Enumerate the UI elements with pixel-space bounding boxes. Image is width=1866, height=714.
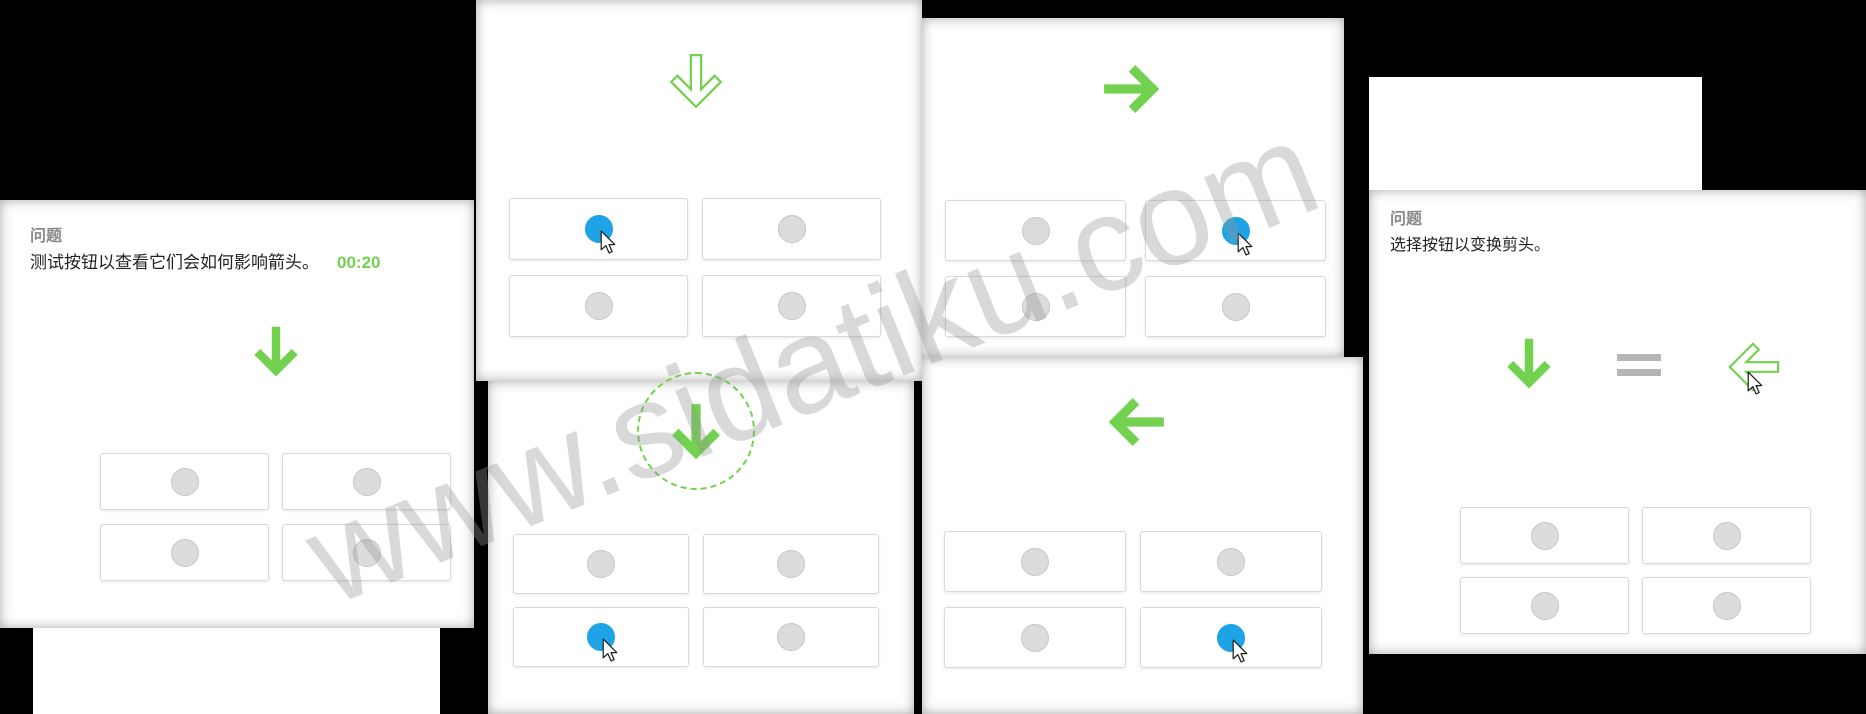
option-button-2[interactable]: [702, 198, 881, 260]
arrow-down-icon: [1501, 335, 1557, 391]
option-dot: [1217, 547, 1245, 576]
option-button-1[interactable]: [1460, 507, 1629, 564]
option-dot: [1021, 623, 1049, 652]
step-2-panel: [488, 372, 914, 714]
option-button-1[interactable]: [100, 453, 269, 510]
option-button-1[interactable]: [509, 198, 688, 260]
option-button-2[interactable]: [703, 534, 879, 594]
option-button-1[interactable]: [513, 534, 689, 594]
option-dot: [1530, 591, 1559, 620]
option-button-2[interactable]: [282, 453, 451, 510]
equals-icon: [1616, 351, 1662, 379]
instruction-text: 测试按钮以查看它们会如何影响箭头。: [30, 253, 319, 272]
step-1-panel: [476, 0, 922, 381]
option-dot: [584, 292, 613, 320]
option-button-2[interactable]: [1140, 531, 1322, 592]
option-dot: [352, 467, 381, 496]
option-button-1[interactable]: [944, 531, 1126, 592]
intro-panel: 问题 测试按钮以查看它们会如何影响箭头。 00:20: [0, 200, 474, 628]
arrow-down-icon: [665, 400, 727, 462]
option-dot: [777, 215, 806, 243]
option-dot: [1221, 292, 1250, 321]
cursor-icon: [1232, 638, 1249, 664]
option-button-4[interactable]: [282, 524, 451, 581]
option-dot: [352, 538, 381, 567]
option-dot: [1712, 521, 1741, 550]
option-button-1[interactable]: [945, 200, 1126, 261]
option-dot: [777, 550, 805, 578]
step-3-panel: [922, 18, 1344, 357]
option-button-4[interactable]: [1145, 276, 1326, 337]
arrow-down-outline-icon: [665, 52, 727, 114]
option-button-3[interactable]: [945, 276, 1126, 337]
backdrop-panel: [33, 628, 440, 714]
option-button-4[interactable]: [1642, 577, 1811, 634]
cursor-icon: [600, 230, 617, 255]
option-dot: [170, 538, 199, 567]
option-dot: [1021, 547, 1049, 576]
option-button-3[interactable]: [513, 607, 689, 667]
option-button-4[interactable]: [703, 607, 879, 667]
option-dot: [1021, 292, 1050, 321]
option-dot: [1021, 216, 1050, 245]
question-panel: 问题 选择按钮以变换剪头。: [1369, 190, 1866, 654]
option-dot: [777, 623, 805, 651]
option-button-2[interactable]: [1642, 507, 1811, 564]
option-button-4[interactable]: [1140, 607, 1322, 668]
option-dot: [1712, 591, 1741, 620]
instruction-line: 测试按钮以查看它们会如何影响箭头。 00:20: [30, 248, 380, 273]
option-button-4[interactable]: [702, 275, 881, 337]
countdown-timer: 00:20: [337, 253, 381, 272]
cursor-icon: [602, 638, 619, 663]
arrow-down-icon: [248, 323, 304, 379]
question-label: 问题: [1390, 211, 1423, 228]
question-label: 问题: [30, 228, 63, 245]
arrow-right-icon: [1100, 58, 1162, 120]
instruction-text: 选择按钮以变换剪头。: [1390, 237, 1551, 254]
option-button-3[interactable]: [1460, 577, 1629, 634]
option-dot: [777, 292, 806, 320]
option-dot: [1530, 521, 1559, 550]
step-4-panel: [922, 357, 1363, 714]
option-button-2[interactable]: [1145, 200, 1326, 261]
question-panel-top-strip: [1369, 77, 1702, 190]
cursor-icon: [1237, 231, 1254, 257]
option-button-3[interactable]: [509, 275, 688, 337]
option-dot: [587, 550, 615, 578]
option-button-3[interactable]: [100, 524, 269, 581]
option-button-3[interactable]: [944, 607, 1126, 668]
option-dot: [170, 467, 199, 496]
arrow-left-icon: [1106, 391, 1168, 453]
cursor-icon: [1747, 371, 1764, 396]
